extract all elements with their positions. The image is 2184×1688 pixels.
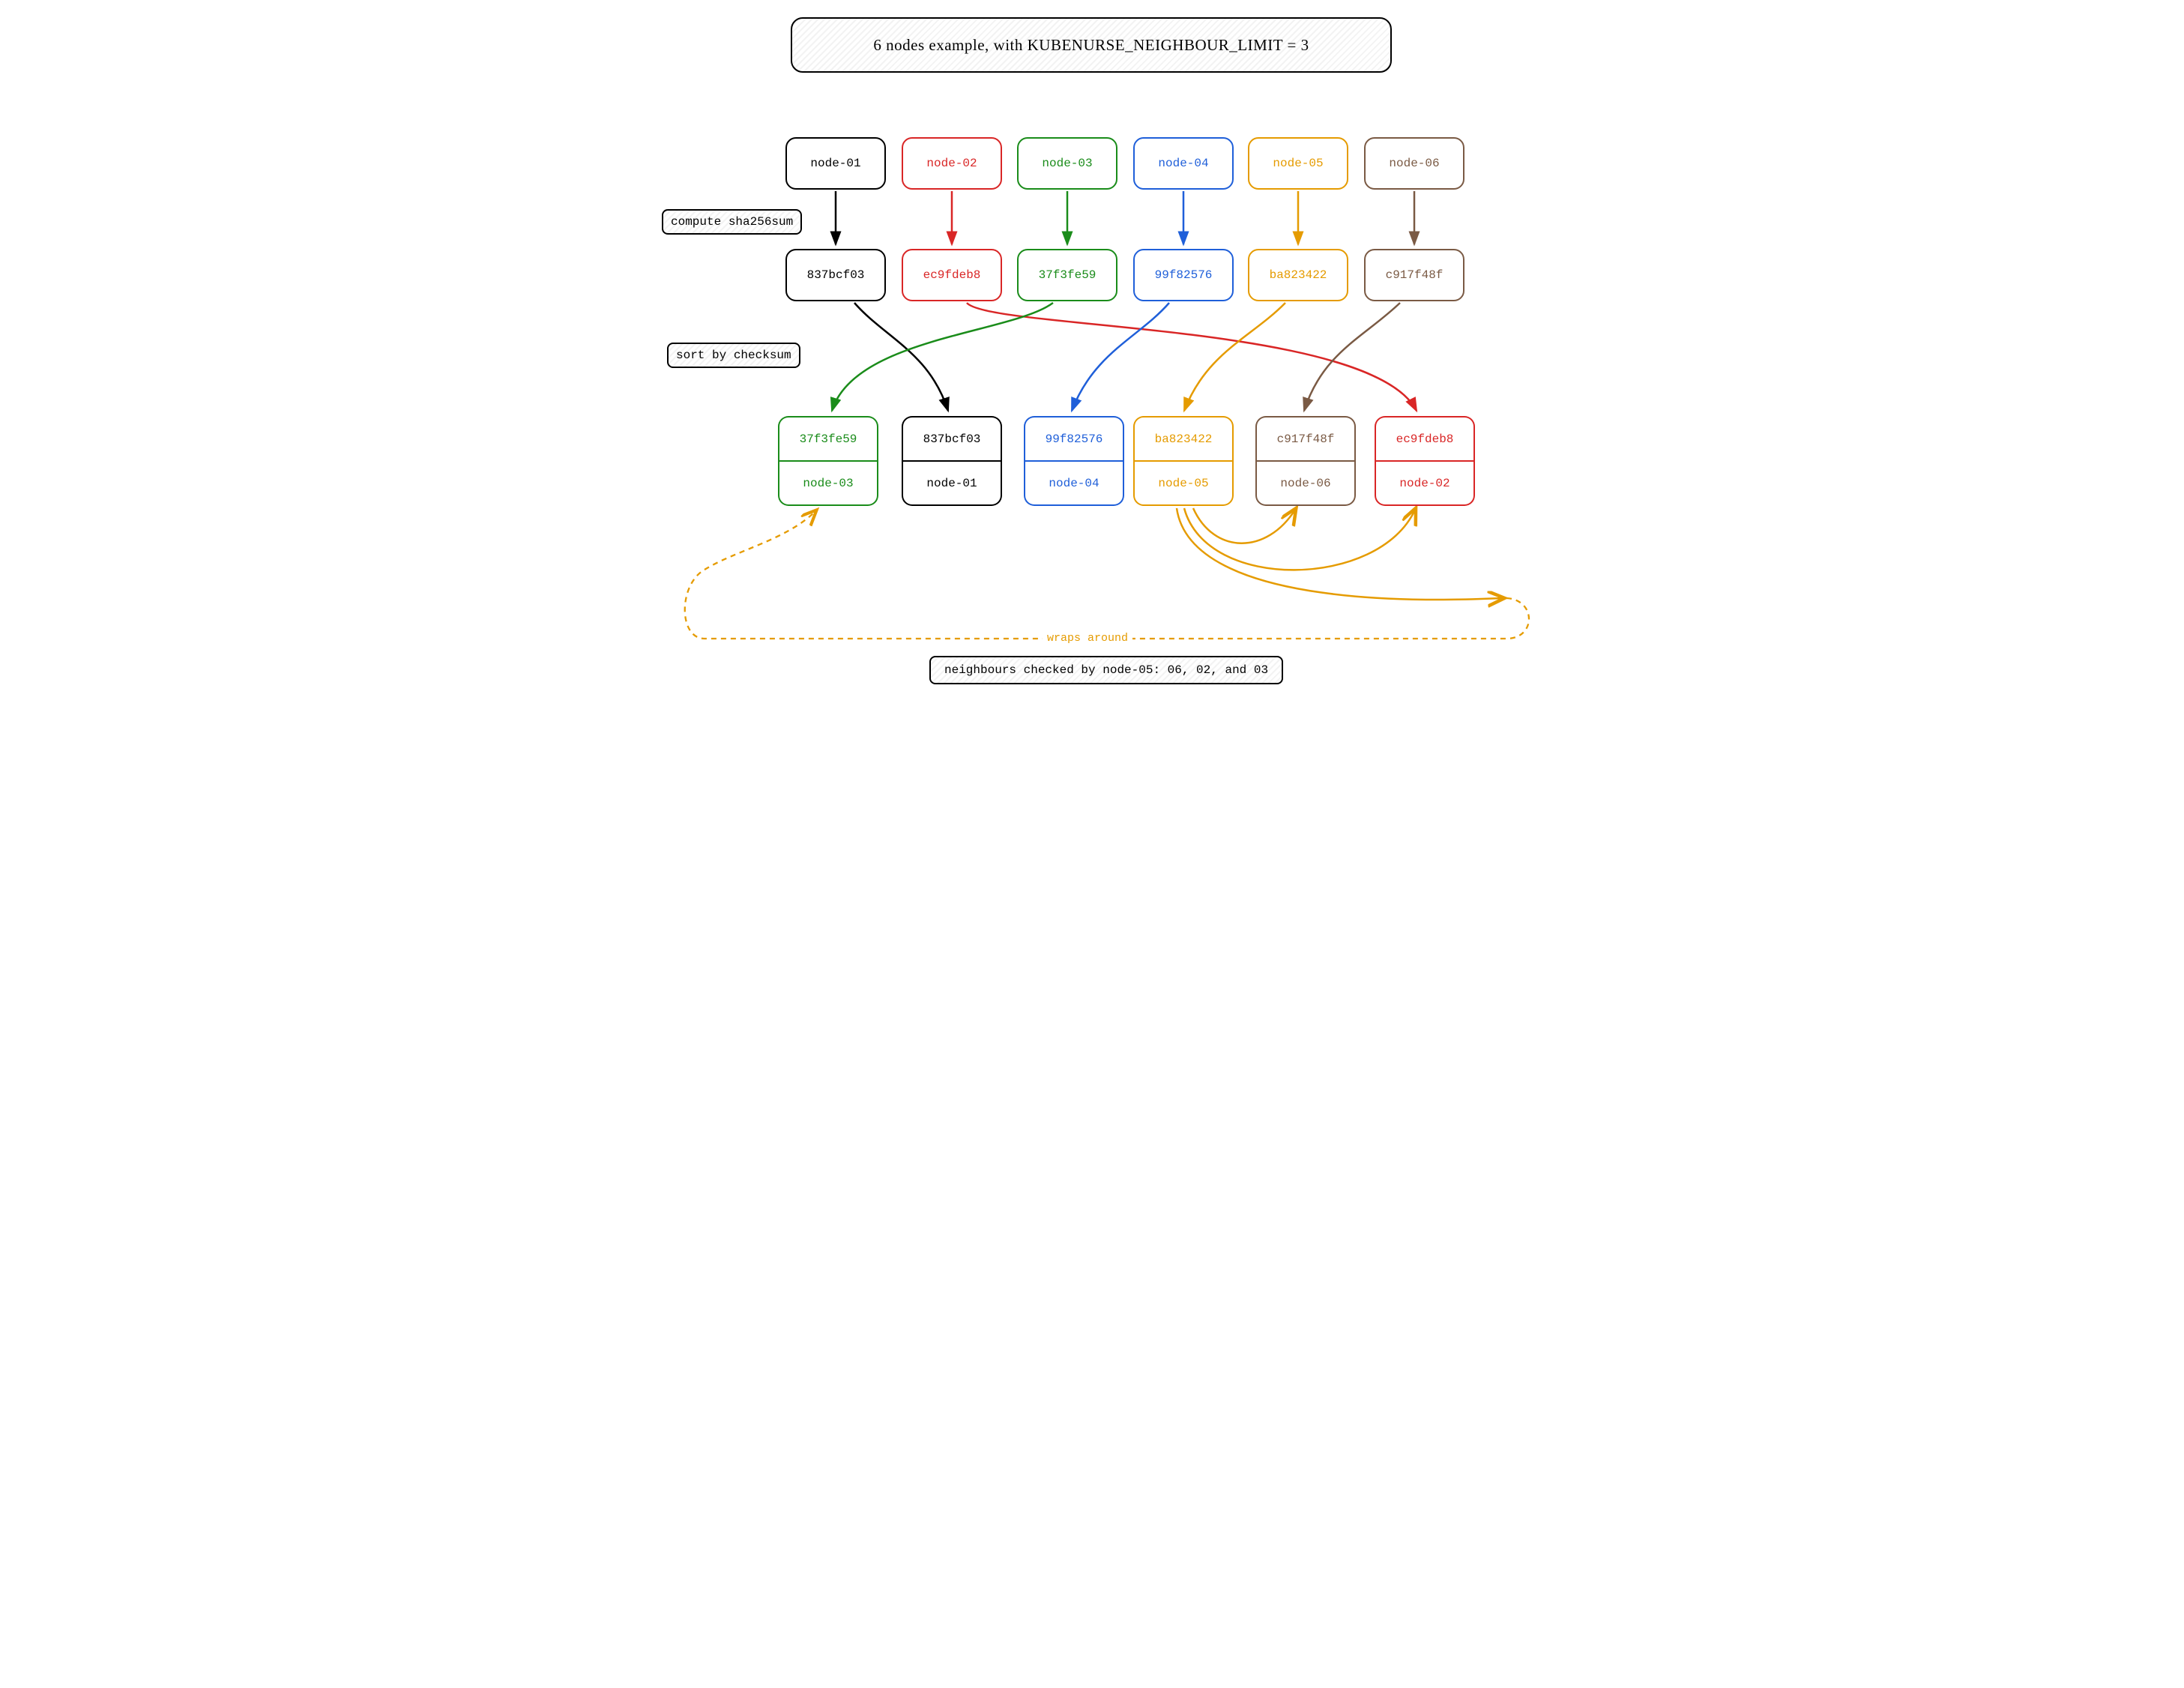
- hash-label: ba823422: [1270, 268, 1327, 282]
- hash-box-node-04: 99f82576: [1133, 249, 1234, 301]
- diagram-canvas: 6 nodes example, with KUBENURSE_NEIGHBOU…: [637, 0, 1547, 703]
- step-compute-text: compute sha256sum: [671, 215, 793, 229]
- sorted-pair-node-01: 837bcf03node-01: [902, 416, 1002, 506]
- sorted-node: node-06: [1255, 461, 1356, 506]
- wraps-around-label: wraps around: [1043, 632, 1132, 645]
- sorted-node: node-05: [1133, 461, 1234, 506]
- sorted-hash: 837bcf03: [902, 416, 1002, 461]
- hash-box-node-02: ec9fdeb8: [902, 249, 1002, 301]
- sorted-hash: 37f3fe59: [778, 416, 878, 461]
- node-label: node-02: [926, 157, 977, 170]
- title-text: 6 nodes example, with KUBENURSE_NEIGHBOU…: [873, 36, 1309, 55]
- sorted-pair-node-04: 99f82576node-04: [1024, 416, 1124, 506]
- hash-box-node-03: 37f3fe59: [1017, 249, 1117, 301]
- node-label: node-05: [1273, 157, 1323, 170]
- hash-label: 37f3fe59: [1039, 268, 1096, 282]
- hash-label: 837bcf03: [807, 268, 865, 282]
- hash-box-node-06: c917f48f: [1364, 249, 1464, 301]
- sorted-node: node-04: [1024, 461, 1124, 506]
- sorted-pair-node-06: c917f48fnode-06: [1255, 416, 1356, 506]
- sorted-pair-node-03: 37f3fe59node-03: [778, 416, 878, 506]
- node-box-node-05: node-05: [1248, 137, 1348, 190]
- sorted-hash: c917f48f: [1255, 416, 1356, 461]
- hash-box-node-01: 837bcf03: [785, 249, 886, 301]
- sorted-node: node-03: [778, 461, 878, 506]
- title-box: 6 nodes example, with KUBENURSE_NEIGHBOU…: [791, 17, 1392, 73]
- sorted-hash: ec9fdeb8: [1375, 416, 1475, 461]
- node-label: node-06: [1389, 157, 1439, 170]
- node-box-node-02: node-02: [902, 137, 1002, 190]
- node-label: node-03: [1042, 157, 1092, 170]
- footer-neighbours-box: neighbours checked by node-05: 06, 02, a…: [929, 656, 1283, 684]
- hash-label: ec9fdeb8: [923, 268, 981, 282]
- sorted-pair-node-02: ec9fdeb8node-02: [1375, 416, 1475, 506]
- step-sort-text: sort by checksum: [676, 349, 791, 362]
- node-box-node-04: node-04: [1133, 137, 1234, 190]
- sorted-node: node-02: [1375, 461, 1475, 506]
- sorted-node: node-01: [902, 461, 1002, 506]
- node-label: node-04: [1158, 157, 1208, 170]
- node-box-node-03: node-03: [1017, 137, 1117, 190]
- hash-box-node-05: ba823422: [1248, 249, 1348, 301]
- sorted-hash: ba823422: [1133, 416, 1234, 461]
- sorted-pair-node-05: ba823422node-05: [1133, 416, 1234, 506]
- node-box-node-01: node-01: [785, 137, 886, 190]
- node-label: node-01: [810, 157, 860, 170]
- step-sort-by-checksum: sort by checksum: [667, 343, 800, 368]
- footer-neighbours-text: neighbours checked by node-05: 06, 02, a…: [944, 663, 1268, 677]
- sorted-hash: 99f82576: [1024, 416, 1124, 461]
- hash-label: c917f48f: [1386, 268, 1444, 282]
- hash-label: 99f82576: [1155, 268, 1213, 282]
- step-compute-sha256sum: compute sha256sum: [662, 209, 802, 235]
- node-box-node-06: node-06: [1364, 137, 1464, 190]
